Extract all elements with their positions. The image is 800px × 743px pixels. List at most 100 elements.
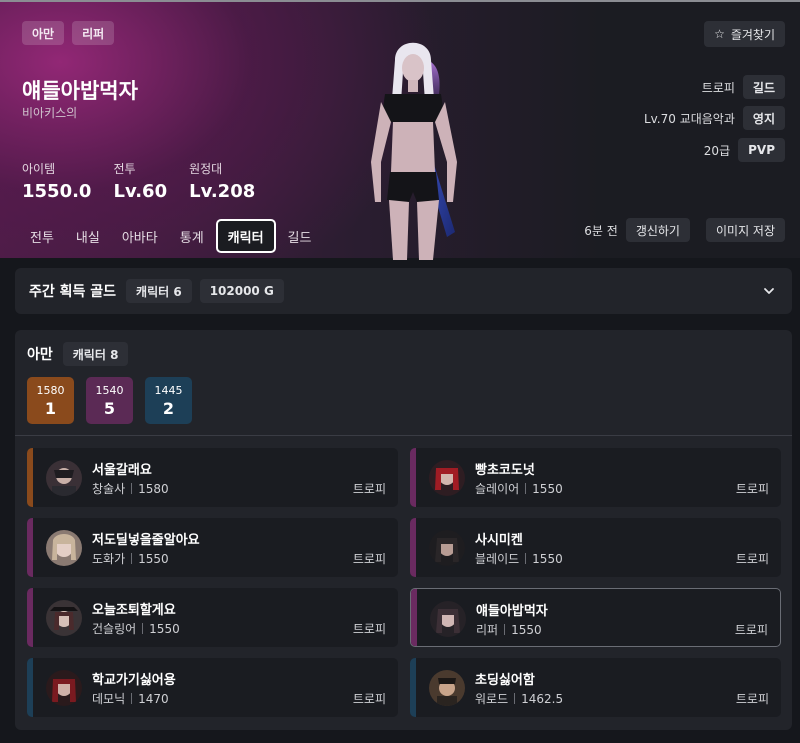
weekly-gold-panel[interactable]: 주간 획득 골드 캐릭터 6 102000 G bbox=[15, 268, 792, 314]
character-meta: 슬레이어 1550 bbox=[475, 480, 563, 497]
guild-badge[interactable]: 길드 bbox=[742, 75, 785, 99]
character-name: 빵초코도넛 bbox=[475, 463, 535, 478]
trophy-label: 트로피 bbox=[734, 623, 768, 637]
character-name: 사시미켄 bbox=[475, 533, 523, 548]
card-accent bbox=[27, 588, 33, 647]
separator bbox=[514, 693, 516, 704]
info-row-pvp: 20급 PVP bbox=[704, 138, 785, 162]
tab-avatar[interactable]: 아바타 bbox=[112, 219, 168, 253]
separator bbox=[525, 553, 527, 564]
level-group-count: 5 bbox=[103, 398, 116, 418]
character-card[interactable]: 서울갈래요 창술사 1580 트로피 bbox=[27, 448, 398, 507]
character-name: 저도딜넣을줄알아요 bbox=[92, 533, 200, 548]
favorite-label: 즐겨찾기 bbox=[730, 27, 775, 42]
tab-statistics[interactable]: 통계 bbox=[170, 219, 214, 253]
character-class: 창술사 bbox=[92, 482, 126, 496]
class-tag: 리퍼 bbox=[72, 21, 115, 45]
card-accent bbox=[410, 518, 416, 577]
separator bbox=[525, 483, 527, 494]
card-accent bbox=[410, 448, 416, 507]
stat-value: 1550.0 bbox=[22, 181, 92, 202]
tab-internal[interactable]: 내실 bbox=[66, 219, 110, 253]
card-accent bbox=[27, 518, 33, 577]
separator bbox=[131, 693, 133, 704]
character-card[interactable]: 학교가기싫어용 데모닉 1470 트로피 bbox=[27, 658, 398, 717]
estate-badge[interactable]: 영지 bbox=[742, 106, 785, 130]
character-portrait bbox=[430, 601, 466, 637]
character-meta: 창술사 1580 bbox=[92, 480, 169, 497]
character-item-level: 1470 bbox=[138, 691, 169, 706]
tab-characters[interactable]: 캐릭터 bbox=[215, 219, 276, 253]
tab-guild[interactable]: 길드 bbox=[278, 219, 322, 253]
level-group-level: 1445 bbox=[154, 383, 183, 397]
character-meta: 도화가 1550 bbox=[92, 550, 169, 567]
trophy-label: 트로피 bbox=[735, 692, 769, 706]
character-item-level: 1550 bbox=[511, 622, 542, 637]
character-name: 오늘조퇴할게요 bbox=[92, 603, 176, 618]
roster-server-name: 아만 bbox=[27, 347, 53, 363]
refresh-button[interactable]: 갱신하기 bbox=[625, 218, 690, 242]
character-card[interactable]: 초딩싫어함 워로드 1462.5 트로피 bbox=[410, 658, 781, 717]
character-tabs: 전투 내실 아바타 통계 캐릭터 길드 bbox=[20, 219, 321, 253]
info-text: 20급 bbox=[703, 143, 731, 158]
gold-amount: 102000 G bbox=[199, 279, 284, 303]
pvp-badge[interactable]: PVP bbox=[738, 138, 785, 162]
info-row-estate: Lv.70 교대음악과 영지 bbox=[644, 106, 785, 130]
character-item-level: 1462.5 bbox=[521, 691, 564, 706]
trophy-label: 트로피 bbox=[352, 552, 386, 566]
stat-label: 원정대 bbox=[189, 162, 223, 176]
separator bbox=[131, 553, 133, 564]
favorite-button[interactable]: ☆ 즐겨찾기 bbox=[704, 21, 785, 47]
last-updated: 6분 전 bbox=[584, 223, 618, 238]
separator bbox=[142, 623, 144, 634]
character-portrait bbox=[46, 670, 82, 706]
character-name: 초딩싫어함 bbox=[475, 673, 535, 688]
stat-value: Lv.60 bbox=[113, 181, 168, 202]
stat-label: 아이템 bbox=[22, 162, 56, 176]
character-class: 리퍼 bbox=[476, 623, 499, 637]
character-portrait bbox=[46, 530, 82, 566]
roster-character-count: 캐릭터 8 bbox=[62, 342, 129, 366]
character-card-current[interactable]: 얘들아밥먹자 리퍼 1550 트로피 bbox=[410, 588, 781, 647]
character-class: 블레이드 bbox=[475, 552, 520, 566]
trophy-label: 트로피 bbox=[352, 692, 386, 706]
level-group-level: 1580 bbox=[36, 383, 65, 397]
character-name: 서울갈래요 bbox=[92, 463, 152, 478]
character-meta: 데모닉 1470 bbox=[92, 690, 169, 707]
level-group-box: 1445 2 bbox=[145, 377, 192, 424]
separator bbox=[504, 624, 506, 635]
character-tags: 아만 리퍼 bbox=[22, 21, 115, 45]
character-portrait bbox=[429, 530, 465, 566]
character-meta: 블레이드 1550 bbox=[475, 550, 563, 567]
character-portrait bbox=[46, 460, 82, 496]
card-accent bbox=[411, 589, 417, 646]
character-class: 도화가 bbox=[92, 552, 126, 566]
stat-value: Lv.208 bbox=[189, 181, 256, 202]
character-card[interactable]: 오늘조퇴할게요 건슬링어 1550 트로피 bbox=[27, 588, 398, 647]
trophy-label: 트로피 bbox=[352, 622, 386, 636]
chevron-down-icon[interactable] bbox=[762, 284, 776, 298]
character-card[interactable]: 빵초코도넛 슬레이어 1550 트로피 bbox=[410, 448, 781, 507]
character-class: 워로드 bbox=[475, 692, 509, 706]
star-icon: ☆ bbox=[714, 27, 725, 41]
roster-header: 아만 캐릭터 8 bbox=[27, 342, 129, 366]
tab-combat[interactable]: 전투 bbox=[20, 219, 64, 253]
character-name: 얘들아밥먹자 bbox=[476, 604, 548, 619]
character-item-level: 1550 bbox=[532, 481, 563, 496]
save-image-button[interactable]: 이미지 저장 bbox=[705, 218, 785, 242]
character-card[interactable]: 사시미켄 블레이드 1550 트로피 bbox=[410, 518, 781, 577]
character-card[interactable]: 저도딜넣을줄알아요 도화가 1550 트로피 bbox=[27, 518, 398, 577]
card-accent bbox=[410, 658, 416, 717]
character-class: 슬레이어 bbox=[475, 482, 520, 496]
trophy-label: 트로피 bbox=[735, 552, 769, 566]
character-name: 학교가기싫어용 bbox=[92, 673, 176, 688]
level-group-level: 1540 bbox=[95, 383, 124, 397]
stat-combat-level: 전투 Lv.60 bbox=[113, 160, 167, 202]
level-group-count: 1 bbox=[44, 398, 57, 418]
character-portrait bbox=[429, 460, 465, 496]
character-item-level: 1550 bbox=[138, 551, 169, 566]
update-controls: 6분 전 갱신하기 이미지 저장 bbox=[584, 218, 785, 242]
stat-item-level: 아이템 1550.0 bbox=[22, 160, 91, 202]
level-group-summary: 1580 1 1540 5 1445 2 bbox=[27, 377, 192, 424]
info-text: 트로피 bbox=[701, 80, 735, 95]
